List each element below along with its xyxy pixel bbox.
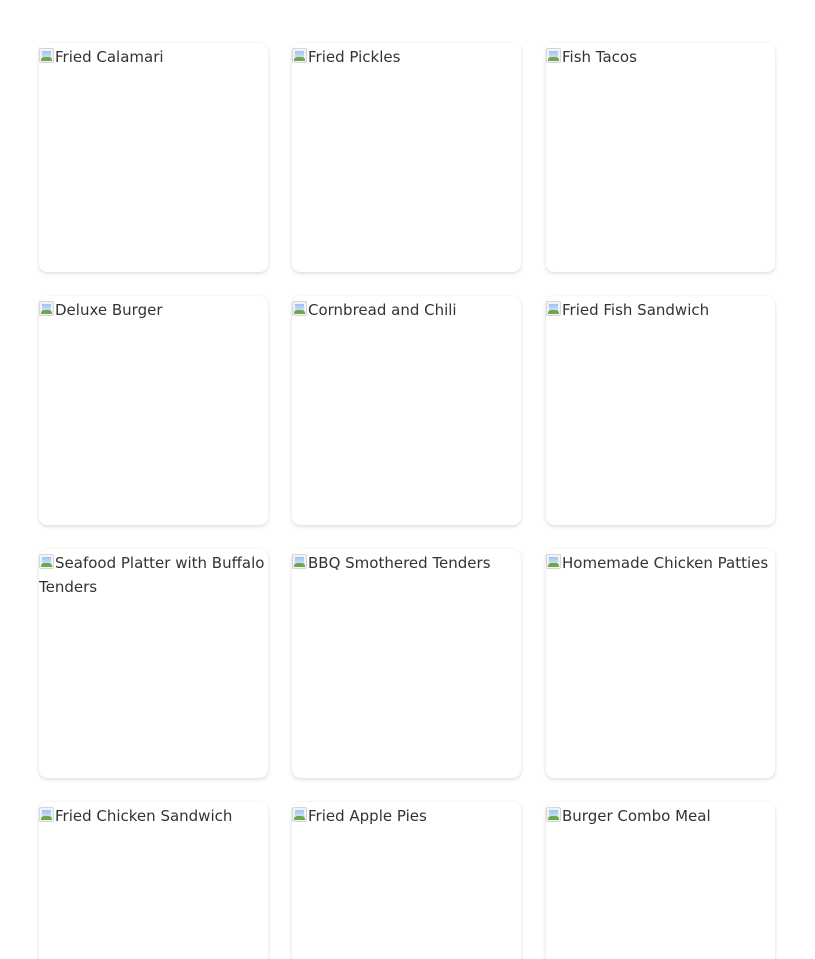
menu-image-alt: Fried Calamari <box>55 48 164 66</box>
menu-image-alt: Fried Apple Pies <box>308 807 427 825</box>
menu-image-alt: Seafood Platter with Buffalo Tenders <box>39 554 265 596</box>
menu-image-alt: Cornbread and Chili <box>308 301 457 319</box>
menu-image-alt: Fish Tacos <box>562 48 637 66</box>
menu-card-burger-combo-meal[interactable]: Burger Combo Meal <box>546 802 775 959</box>
menu-image-alt: BBQ Smothered Tenders <box>308 554 491 572</box>
menu-image-alt: Fried Pickles <box>308 48 401 66</box>
menu-card-bbq-smothered-tenders[interactable]: BBQ Smothered Tenders <box>292 549 521 778</box>
broken-image-icon <box>292 554 307 569</box>
menu-image-alt: Homemade Chicken Patties <box>562 554 769 572</box>
menu-card-fried-fish-sandwich[interactable]: Fried Fish Sandwich <box>546 296 775 525</box>
menu-image: Deluxe Burger <box>39 296 268 322</box>
broken-image-icon <box>292 301 307 316</box>
menu-card-seafood-platter[interactable]: Seafood Platter with Buffalo Tenders <box>39 549 268 778</box>
menu-image-alt: Deluxe Burger <box>55 301 163 319</box>
menu-image: Fried Chicken Sandwich <box>39 802 268 828</box>
menu-image-alt: Fried Fish Sandwich <box>562 301 710 319</box>
menu-image-alt: Burger Combo Meal <box>562 807 711 825</box>
broken-image-icon <box>39 807 54 822</box>
menu-image: Seafood Platter with Buffalo Tenders <box>39 549 268 599</box>
broken-image-icon <box>39 48 54 63</box>
broken-image-icon <box>292 807 307 822</box>
menu-image: Fried Apple Pies <box>292 802 521 828</box>
menu-grid: Fried Calamari Fried Pickles Fish Tacos … <box>0 0 815 959</box>
menu-card-cornbread-and-chili[interactable]: Cornbread and Chili <box>292 296 521 525</box>
menu-card-fried-calamari[interactable]: Fried Calamari <box>39 43 268 272</box>
menu-card-deluxe-burger[interactable]: Deluxe Burger <box>39 296 268 525</box>
menu-image: Cornbread and Chili <box>292 296 521 322</box>
broken-image-icon <box>546 301 561 316</box>
menu-image: Burger Combo Meal <box>546 802 775 828</box>
menu-image: Fried Pickles <box>292 43 521 69</box>
broken-image-icon <box>39 554 54 569</box>
broken-image-icon <box>546 554 561 569</box>
broken-image-icon <box>546 807 561 822</box>
menu-image: Homemade Chicken Patties <box>546 549 775 575</box>
menu-image: Fried Fish Sandwich <box>546 296 775 322</box>
menu-card-homemade-chicken-patties[interactable]: Homemade Chicken Patties <box>546 549 775 778</box>
broken-image-icon <box>292 48 307 63</box>
broken-image-icon <box>39 301 54 316</box>
menu-image: Fish Tacos <box>546 43 775 69</box>
menu-card-fried-apple-pies[interactable]: Fried Apple Pies <box>292 802 521 959</box>
menu-card-fish-tacos[interactable]: Fish Tacos <box>546 43 775 272</box>
menu-image-alt: Fried Chicken Sandwich <box>55 807 233 825</box>
menu-card-fried-chicken-sandwich[interactable]: Fried Chicken Sandwich <box>39 802 268 959</box>
broken-image-icon <box>546 48 561 63</box>
menu-image: BBQ Smothered Tenders <box>292 549 521 575</box>
menu-image: Fried Calamari <box>39 43 268 69</box>
menu-card-fried-pickles[interactable]: Fried Pickles <box>292 43 521 272</box>
